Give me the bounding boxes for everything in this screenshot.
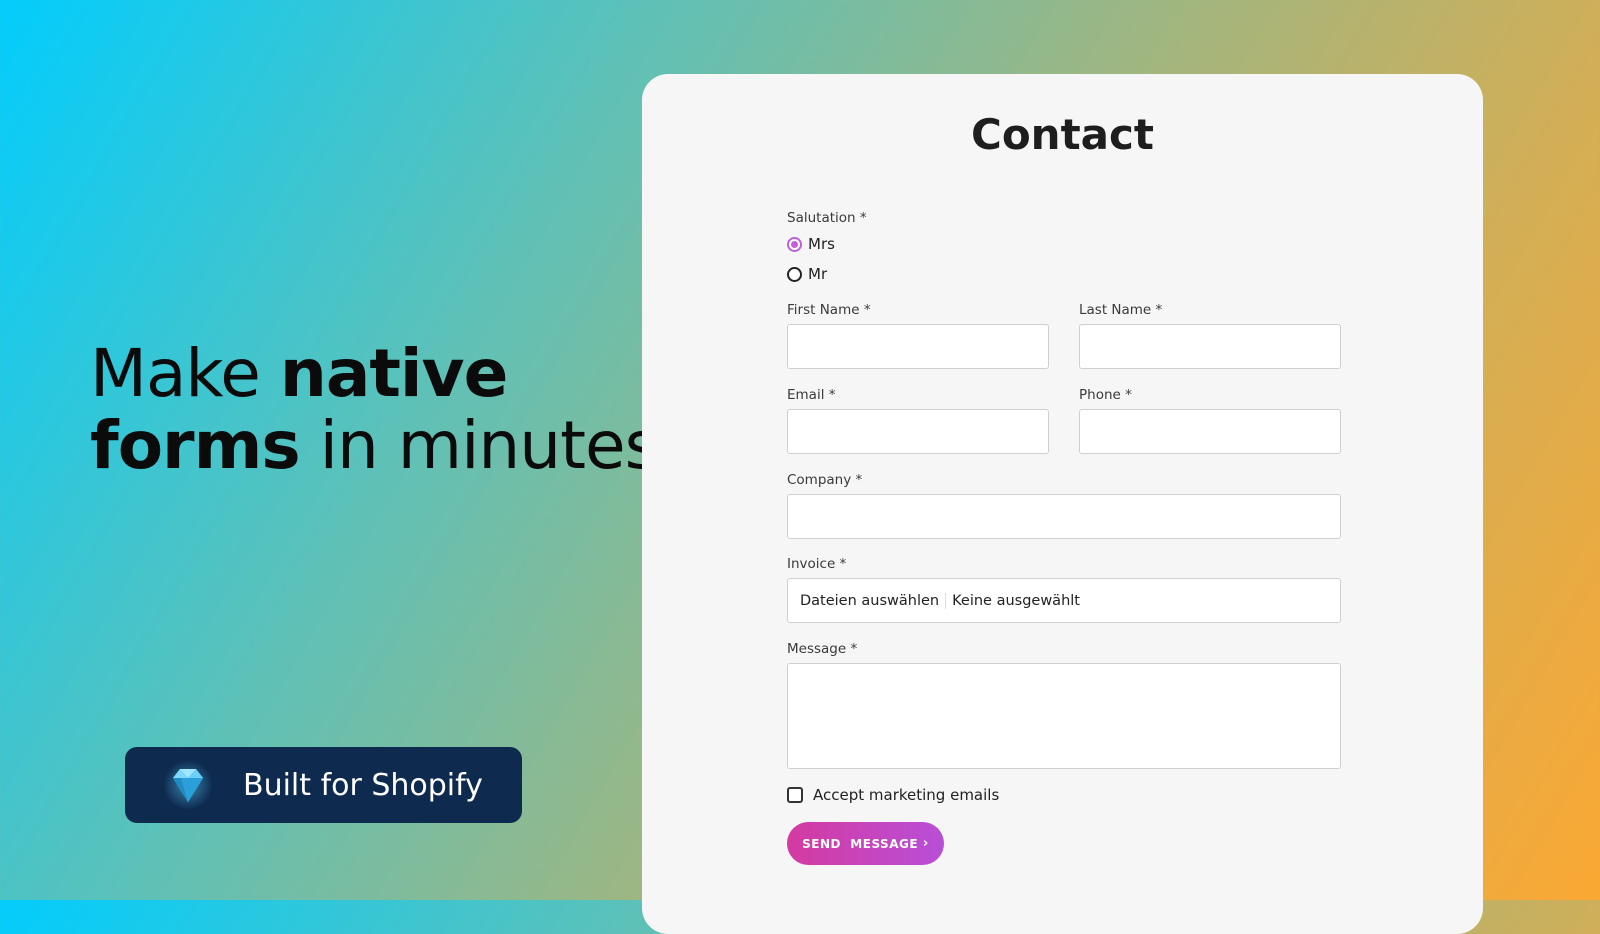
marketing-consent[interactable]: Accept marketing emails: [787, 786, 999, 804]
radio-mrs[interactable]: Mrs: [787, 235, 835, 253]
first-name-field[interactable]: [787, 324, 1049, 369]
built-for-shopify-badge: Built for Shopify: [125, 747, 522, 823]
phone-label: Phone *: [1079, 387, 1132, 403]
marketing-label: Accept marketing emails: [813, 786, 1000, 804]
email-label: Email *: [787, 387, 836, 403]
hero-headline: Make native forms in minutes.: [90, 338, 679, 484]
message-textarea[interactable]: [787, 663, 1341, 769]
message-label: Message *: [787, 641, 858, 657]
contact-form-card: Contact Salutation * Mrs Mr First Name *…: [642, 74, 1483, 934]
diamond-icon: [163, 760, 213, 810]
company-field[interactable]: [787, 494, 1341, 539]
send-message-button[interactable]: SEND MESSAGE ›: [787, 822, 944, 865]
company-label: Company *: [787, 472, 863, 488]
salutation-label: Salutation *: [787, 210, 867, 226]
radio-mr-label: Mr: [808, 265, 828, 283]
hero-line-1: Make native: [90, 338, 678, 410]
email-field[interactable]: [787, 409, 1049, 454]
hero-text-native: native: [279, 335, 508, 412]
form-title: Contact: [971, 110, 1154, 159]
hero-text-forms: forms: [90, 407, 301, 484]
chevron-right-icon: ›: [923, 836, 929, 851]
last-name-field[interactable]: [1079, 324, 1341, 369]
radio-mr-indicator[interactable]: [787, 266, 802, 282]
send-message-label: SEND MESSAGE: [802, 836, 919, 851]
last-name-label: Last Name *: [1079, 302, 1163, 318]
phone-field[interactable]: [1079, 409, 1341, 454]
radio-mr[interactable]: Mr: [787, 265, 827, 283]
hero-line-2: forms in minutes.: [90, 407, 679, 484]
hero-text-minutes: in minutes.: [299, 407, 679, 484]
radio-mrs-label: Mrs: [808, 235, 835, 253]
invoice-label: Invoice *: [787, 556, 847, 572]
hero-text-make: Make: [90, 335, 280, 412]
invoice-file-field[interactable]: Dateien auswählen Keine ausgewählt: [787, 578, 1341, 623]
marketing-checkbox[interactable]: [787, 787, 803, 803]
radio-mrs-indicator[interactable]: [787, 236, 802, 252]
first-name-label: First Name *: [787, 302, 871, 318]
file-status-text: Keine ausgewählt: [952, 592, 1080, 609]
choose-files-button[interactable]: Dateien auswählen: [800, 592, 947, 609]
badge-text: Built for Shopify: [243, 767, 483, 803]
